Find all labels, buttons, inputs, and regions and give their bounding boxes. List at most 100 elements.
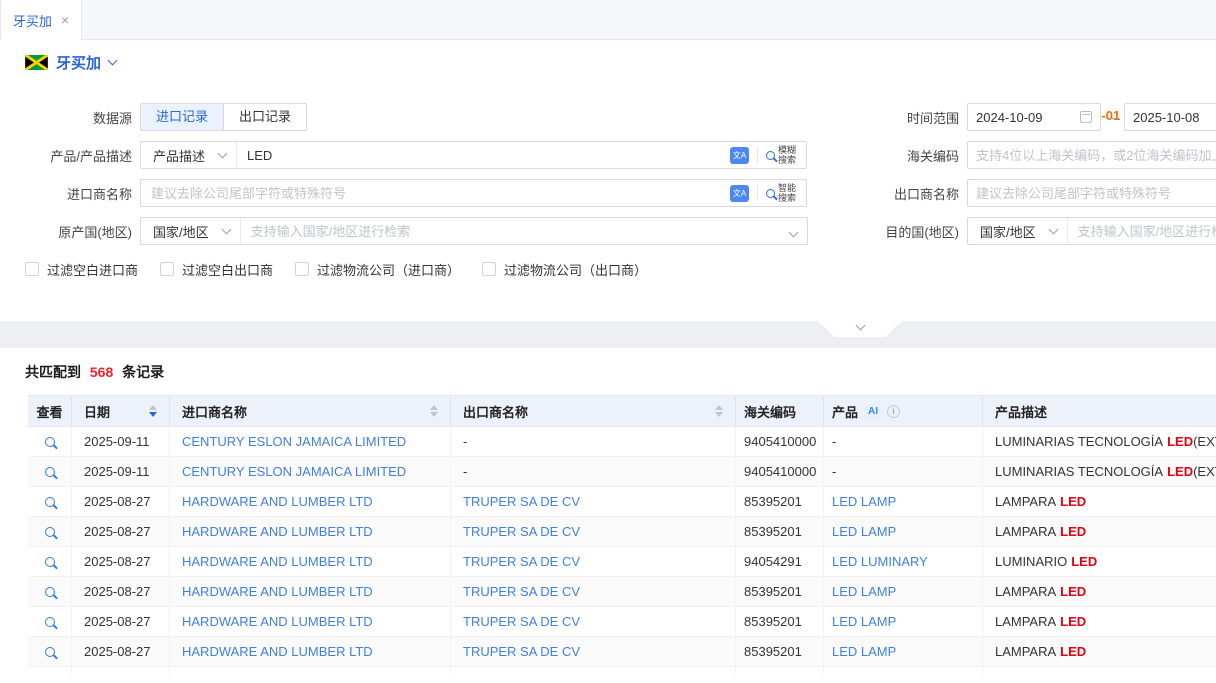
hs-code-label: 海关编码 (885, 146, 967, 165)
exporter-field[interactable] (976, 186, 1216, 201)
chevron-down-icon (218, 148, 228, 158)
description-cell: LUMINARIOLED (983, 547, 1216, 576)
column-product: 产品 AI i (824, 396, 983, 426)
importer-cell[interactable]: CENTURY ESLON JAMAICA LIMITED (170, 457, 451, 486)
view-search-icon[interactable] (45, 647, 55, 657)
checkbox-icon[interactable] (482, 262, 496, 276)
chevron-down-icon (1048, 224, 1058, 234)
product-search-input[interactable] (237, 148, 730, 163)
view-cell[interactable] (28, 517, 72, 546)
table-row: 2025-08-27HARDWARE AND LUMBER LTDTRUPER … (28, 517, 1216, 547)
filter-blank-importer-checkbox[interactable]: 过滤空白进口商 (25, 260, 138, 279)
importer-cell[interactable]: HARDWARE AND LUMBER LTD (170, 577, 451, 606)
view-cell[interactable] (28, 667, 72, 674)
dest-country-input[interactable] (1068, 224, 1216, 239)
summary-suffix: 条记录 (122, 364, 164, 380)
view-cell[interactable] (28, 577, 72, 606)
view-cell[interactable] (28, 427, 72, 456)
view-search-icon[interactable] (45, 617, 55, 627)
results-summary: 共匹配到 568 条记录 (25, 362, 1216, 382)
view-search-icon[interactable] (45, 557, 55, 567)
checkbox-icon[interactable] (25, 262, 39, 276)
sort-exporter[interactable] (715, 405, 723, 417)
smart-search-button[interactable]: 智能搜索 (766, 183, 798, 203)
importer-cell[interactable]: HARDWARE AND LUMBER LTD (170, 667, 451, 674)
exporter-label: 出口商名称 (885, 184, 967, 203)
filter-logistics-importer-checkbox[interactable]: 过滤物流公司（进口商） (295, 260, 460, 279)
view-search-icon[interactable] (45, 437, 55, 447)
filter-logistics-exporter-checkbox[interactable]: 过滤物流公司（出口商） (482, 260, 647, 279)
country-name[interactable]: 牙买加 (56, 52, 101, 73)
checkbox-icon[interactable] (160, 262, 174, 276)
exporter-input[interactable] (967, 179, 1216, 207)
checkbox-icon[interactable] (295, 262, 309, 276)
view-cell[interactable] (28, 547, 72, 576)
exporter-cell[interactable]: TRUPER SA DE CV (451, 487, 736, 516)
sort-date[interactable] (149, 405, 157, 417)
view-cell[interactable] (28, 487, 72, 516)
date-from-field[interactable] (976, 110, 1080, 125)
checkbox-label: 过滤空白出口商 (182, 260, 273, 279)
checkbox-label: 过滤物流公司（进口商） (317, 260, 460, 279)
date-to-field[interactable] (1133, 110, 1216, 125)
fuzzy-search-button[interactable]: 模糊搜索 (766, 145, 798, 165)
origin-country-input[interactable] (241, 224, 780, 239)
sort-importer[interactable] (430, 405, 438, 417)
view-search-icon[interactable] (45, 587, 55, 597)
product-type-select[interactable]: 产品描述 (141, 142, 237, 168)
hs-code-field[interactable] (976, 148, 1216, 163)
importer-cell[interactable]: HARDWARE AND LUMBER LTD (170, 547, 451, 576)
view-search-icon[interactable] (45, 497, 55, 507)
info-icon[interactable]: i (887, 405, 900, 418)
translate-icon[interactable]: 文A (730, 185, 749, 202)
date-cell: 2025-08-27 (72, 547, 170, 576)
hs-code-cell: 85395201 (736, 517, 824, 546)
view-search-icon[interactable] (45, 527, 55, 537)
table-row: 2025-08-27HARDWARE AND LUMBER LTDTRUPER … (28, 577, 1216, 607)
collapse-filters-button[interactable] (818, 321, 902, 337)
exporter-cell[interactable]: TRUPER SA DE CV (451, 607, 736, 636)
importer-cell[interactable]: HARDWARE AND LUMBER LTD (170, 637, 451, 666)
jamaica-flag-icon (25, 55, 48, 70)
product-cell[interactable]: LED LAMP (824, 667, 983, 674)
date-to-input[interactable] (1124, 103, 1216, 131)
importer-cell[interactable]: HARDWARE AND LUMBER LTD (170, 607, 451, 636)
product-cell[interactable]: LED LAMP (824, 637, 983, 666)
close-icon[interactable]: × (61, 12, 69, 28)
column-description: 产品描述 (983, 396, 1216, 426)
dest-type-value: 国家/地区 (980, 222, 1036, 241)
filter-blank-exporter-checkbox[interactable]: 过滤空白出口商 (160, 260, 273, 279)
calendar-icon[interactable] (1080, 111, 1092, 123)
hs-code-input[interactable] (967, 141, 1216, 169)
importer-cell[interactable]: CENTURY ESLON JAMAICA LIMITED (170, 427, 451, 456)
importer-cell[interactable]: HARDWARE AND LUMBER LTD (170, 517, 451, 546)
view-cell[interactable] (28, 457, 72, 486)
import-records-segment[interactable]: 进口记录 (141, 104, 223, 130)
export-records-segment[interactable]: 出口记录 (223, 104, 306, 130)
chevron-down-icon[interactable] (108, 56, 118, 66)
product-cell[interactable]: LED LAMP (824, 577, 983, 606)
description-cell: LAMPARALED (983, 487, 1216, 516)
product-cell[interactable]: LED LAMP (824, 607, 983, 636)
origin-type-select[interactable]: 国家/地区 (141, 218, 241, 244)
translate-icon[interactable]: 文A (730, 147, 749, 164)
dest-country-group: 国家/地区 (967, 217, 1216, 245)
view-cell[interactable] (28, 607, 72, 636)
product-cell[interactable]: LED LUMINARY (824, 547, 983, 576)
product-cell[interactable]: LED LAMP (824, 517, 983, 546)
dest-type-select[interactable]: 国家/地区 (968, 218, 1068, 244)
product-label: 产品/产品描述 (0, 146, 140, 165)
date-from-input[interactable] (967, 103, 1101, 131)
description-cell: LAMPARALED (983, 667, 1216, 674)
product-cell[interactable]: LED LAMP (824, 487, 983, 516)
exporter-cell[interactable]: TRUPER SA DE CV (451, 517, 736, 546)
tab-jamaica[interactable]: 牙买加 × (0, 0, 82, 40)
exporter-cell[interactable]: TRUPER SA DE CV (451, 637, 736, 666)
exporter-cell[interactable]: TRUPER SA DE CV (451, 667, 736, 674)
importer-cell[interactable]: HARDWARE AND LUMBER LTD (170, 487, 451, 516)
exporter-cell[interactable]: TRUPER SA DE CV (451, 547, 736, 576)
view-search-icon[interactable] (45, 467, 55, 477)
importer-input[interactable] (141, 186, 730, 201)
view-cell[interactable] (28, 637, 72, 666)
exporter-cell[interactable]: TRUPER SA DE CV (451, 577, 736, 606)
